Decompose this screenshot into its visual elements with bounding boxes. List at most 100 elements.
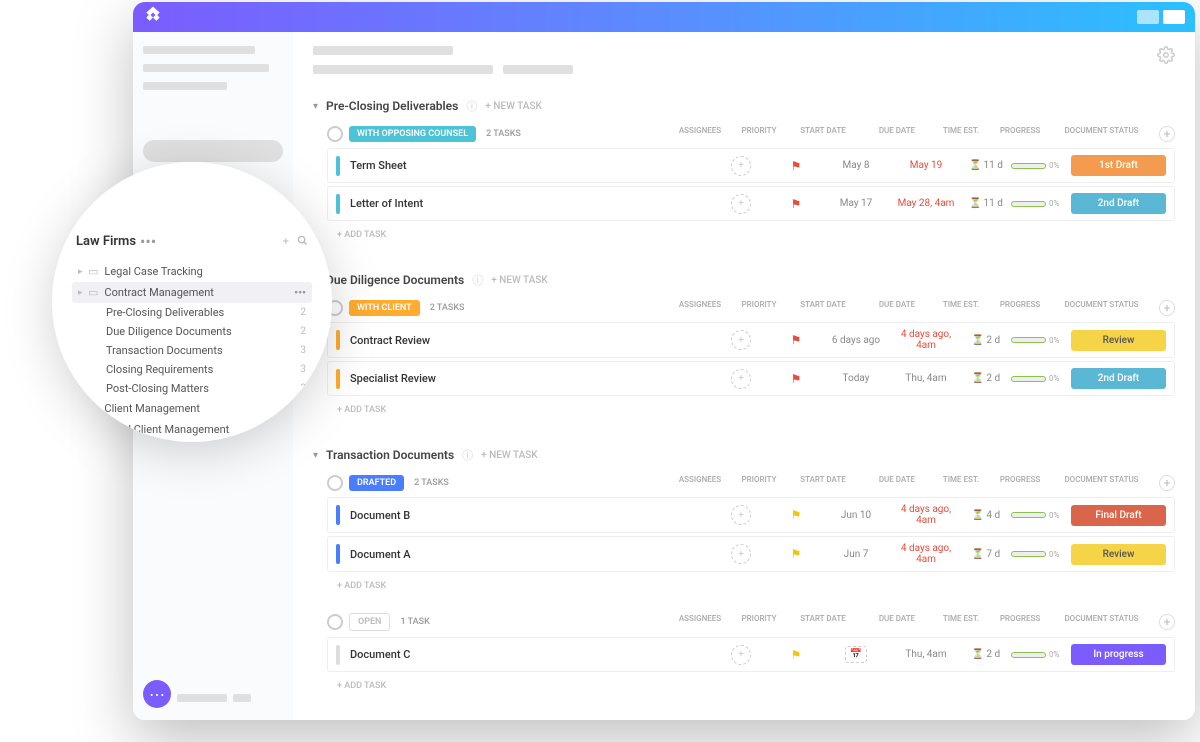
add-task-button[interactable]: + ADD TASK xyxy=(327,575,1175,597)
start-date[interactable]: 6 days ago xyxy=(821,335,891,346)
time-estimate[interactable]: ⏳7 d xyxy=(961,549,1011,560)
time-estimate[interactable]: ⏳11 d xyxy=(961,160,1011,171)
priority-flag-icon[interactable]: ⚑ xyxy=(791,547,802,561)
new-task-button[interactable]: + NEW TASK xyxy=(491,275,547,286)
priority-flag-icon[interactable]: ⚑ xyxy=(791,372,802,386)
status-chip[interactable]: OPEN xyxy=(349,613,390,631)
document-status-badge[interactable]: 1st Draft xyxy=(1071,155,1166,176)
status-chip[interactable]: WITH OPPOSING COUNSEL xyxy=(349,126,476,142)
status-circle-icon[interactable] xyxy=(327,126,343,142)
time-estimate[interactable]: ⏳2 d xyxy=(961,649,1011,660)
progress-bar[interactable]: 0% xyxy=(1011,511,1071,520)
task-row[interactable]: Document B + ⚑ Jun 10 4 days ago, 4am ⏳4… xyxy=(327,497,1175,533)
collapse-icon[interactable]: ▾ xyxy=(313,101,318,112)
status-circle-icon[interactable] xyxy=(327,614,343,630)
item-menu-icon[interactable]: ••• xyxy=(294,286,306,299)
due-date[interactable]: Thu, 4am xyxy=(891,373,961,384)
priority-flag-icon[interactable]: ⚑ xyxy=(791,508,802,522)
assignee-placeholder-icon[interactable]: + xyxy=(731,544,751,564)
start-date[interactable]: May 8 xyxy=(821,160,891,171)
document-status-badge[interactable]: In progress xyxy=(1071,644,1166,665)
start-date[interactable]: 📅 xyxy=(821,649,891,660)
status-chip[interactable]: WITH CLIENT xyxy=(349,300,420,316)
add-task-button[interactable]: + ADD TASK xyxy=(327,224,1175,246)
start-date[interactable]: Jun 7 xyxy=(821,549,891,560)
add-task-button[interactable]: + ADD TASK xyxy=(327,399,1175,421)
time-estimate[interactable]: ⏳4 d xyxy=(961,510,1011,521)
task-row[interactable]: Document C + ⚑ 📅 Thu, 4am ⏳2 d 0% In pro… xyxy=(327,637,1175,672)
task-row[interactable]: Document A + ⚑ Jun 7 4 days ago, 4am ⏳7 … xyxy=(327,536,1175,572)
sidebar-sub-item[interactable]: Due Diligence Documents2 xyxy=(100,322,312,341)
info-icon[interactable]: ⓘ xyxy=(462,447,473,463)
add-column-button[interactable]: + xyxy=(1159,475,1175,491)
time-estimate[interactable]: ⏳11 d xyxy=(961,198,1011,209)
document-status-badge[interactable]: Final Draft xyxy=(1071,505,1166,526)
progress-bar[interactable]: 0% xyxy=(1011,374,1071,383)
sidebar-sub-item[interactable]: Pre-Closing Deliverables2 xyxy=(100,303,312,322)
chat-fab[interactable]: ⋯ xyxy=(143,680,171,708)
add-task-button[interactable]: + ADD TASK xyxy=(327,675,1175,697)
document-status-badge[interactable]: 2nd Draft xyxy=(1071,368,1166,389)
task-row[interactable]: Letter of Intent + ⚑ May 17 May 28, 4am … xyxy=(327,186,1175,221)
assignee-placeholder-icon[interactable]: + xyxy=(731,369,751,389)
task-row[interactable]: Specialist Review + ⚑ Today Thu, 4am ⏳2 … xyxy=(327,361,1175,396)
task-row[interactable]: Term Sheet + ⚑ May 8 May 19 ⏳11 d 0% 1st… xyxy=(327,148,1175,183)
document-status-badge[interactable]: Review xyxy=(1071,330,1166,351)
start-date[interactable]: Jun 10 xyxy=(821,510,891,521)
hourglass-icon: ⏳ xyxy=(969,198,981,209)
progress-bar[interactable]: 0% xyxy=(1011,650,1071,659)
progress-bar[interactable]: 0% xyxy=(1011,161,1071,170)
workspace-menu-icon[interactable]: ••• xyxy=(140,232,156,251)
collapse-icon[interactable]: ▾ xyxy=(313,450,318,461)
window-maximize-button[interactable] xyxy=(1163,10,1185,24)
time-estimate[interactable]: ⏳2 d xyxy=(961,373,1011,384)
task-row[interactable]: Contract Review + ⚑ 6 days ago 4 days ag… xyxy=(327,322,1175,358)
sidebar-item[interactable]: ▸▭Legal Case Tracking xyxy=(72,261,312,282)
settings-gear-icon[interactable] xyxy=(1157,46,1175,68)
start-date[interactable]: Today xyxy=(821,373,891,384)
section-header[interactable]: ▾ Due Diligence Documents ⓘ + NEW TASK xyxy=(313,266,1175,294)
time-estimate[interactable]: ⏳2 d xyxy=(961,335,1011,346)
search-icon[interactable] xyxy=(297,235,308,249)
add-column-button[interactable]: + xyxy=(1159,614,1175,630)
progress-bar[interactable]: 0% xyxy=(1011,336,1071,345)
assignee-placeholder-icon[interactable]: + xyxy=(731,156,751,176)
status-circle-icon[interactable] xyxy=(327,475,343,491)
window-minimize-button[interactable] xyxy=(1137,10,1159,24)
due-date[interactable]: 4 days ago, 4am xyxy=(891,504,961,526)
priority-flag-icon[interactable]: ⚑ xyxy=(791,197,802,211)
priority-flag-icon[interactable]: ⚑ xyxy=(791,648,802,662)
sidebar-item[interactable]: ▸▭Contract Management••• xyxy=(72,282,312,303)
assignee-placeholder-icon[interactable]: + xyxy=(731,505,751,525)
start-date[interactable]: May 17 xyxy=(821,198,891,209)
new-task-button[interactable]: + NEW TASK xyxy=(485,101,541,112)
task-name: Letter of Intent xyxy=(350,197,711,210)
priority-flag-icon[interactable]: ⚑ xyxy=(791,159,802,173)
assignee-placeholder-icon[interactable]: + xyxy=(731,194,751,214)
section-header[interactable]: ▾ Transaction Documents ⓘ + NEW TASK xyxy=(313,441,1175,469)
info-icon[interactable]: ⓘ xyxy=(472,272,483,288)
add-icon[interactable]: + xyxy=(283,235,289,249)
new-task-button[interactable]: + NEW TASK xyxy=(481,450,537,461)
section-header[interactable]: ▾ Pre-Closing Deliverables ⓘ + NEW TASK xyxy=(313,92,1175,120)
assignee-placeholder-icon[interactable]: + xyxy=(731,645,751,665)
col-priority: PRIORITY xyxy=(734,475,784,491)
priority-flag-icon[interactable]: ⚑ xyxy=(791,333,802,347)
assignee-placeholder-icon[interactable]: + xyxy=(731,330,751,350)
status-chip[interactable]: DRAFTED xyxy=(349,475,404,491)
progress-bar[interactable]: 0% xyxy=(1011,550,1071,559)
sidebar-sub-item[interactable]: Post-Closing Matters2 xyxy=(100,379,312,398)
sidebar-sub-item[interactable]: Closing Requirements3 xyxy=(100,360,312,379)
due-date[interactable]: Thu, 4am xyxy=(891,649,961,660)
add-column-button[interactable]: + xyxy=(1159,300,1175,316)
due-date[interactable]: May 19 xyxy=(891,160,961,171)
progress-bar[interactable]: 0% xyxy=(1011,199,1071,208)
add-column-button[interactable]: + xyxy=(1159,126,1175,142)
due-date[interactable]: 4 days ago, 4am xyxy=(891,329,961,351)
due-date[interactable]: 4 days ago, 4am xyxy=(891,543,961,565)
document-status-badge[interactable]: Review xyxy=(1071,544,1166,565)
sidebar-sub-item[interactable]: Transaction Documents3 xyxy=(100,341,312,360)
info-icon[interactable]: ⓘ xyxy=(466,98,477,114)
due-date[interactable]: May 28, 4am xyxy=(891,198,961,209)
document-status-badge[interactable]: 2nd Draft xyxy=(1071,193,1166,214)
